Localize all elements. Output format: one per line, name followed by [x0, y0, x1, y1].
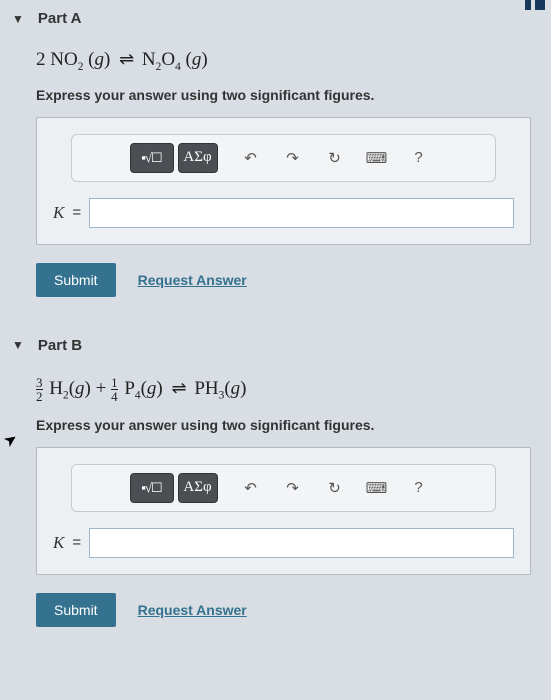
part-a-answer-input[interactable] [89, 198, 514, 228]
part-a-toolbar: ▪√☐ ΑΣφ ↶ ↷ ↻ ⌨ ? [71, 134, 496, 182]
part-a: ▼ Part A 2 NO2 (g) ⇌ N2O4 (g) Express yo… [36, 10, 531, 297]
keyboard-icon[interactable]: ⌨ [358, 474, 396, 502]
part-a-instruction: Express your answer using two significan… [36, 87, 531, 103]
part-b-submit-button[interactable]: Submit [36, 593, 116, 627]
part-b-equation: 32 H2(g) + 14 P4(g) ⇌ PH3(g) [36, 376, 531, 403]
format-template-button[interactable]: ▪√☐ [130, 473, 174, 503]
format-template-button[interactable]: ▪√☐ [130, 143, 174, 173]
part-b-instruction: Express your answer using two significan… [36, 417, 531, 433]
part-a-var-label: K [53, 203, 64, 223]
undo-icon[interactable]: ↶ [232, 474, 270, 502]
reset-icon[interactable]: ↻ [316, 474, 354, 502]
part-b-toolbar: ▪√☐ ΑΣφ ↶ ↷ ↻ ⌨ ? [71, 464, 496, 512]
collapse-icon[interactable]: ▼ [12, 338, 24, 352]
keyboard-icon[interactable]: ⌨ [358, 144, 396, 172]
part-a-submit-button[interactable]: Submit [36, 263, 116, 297]
greek-symbols-button[interactable]: ΑΣφ [178, 473, 218, 503]
window-decor [525, 0, 547, 10]
part-b-title: Part B [38, 337, 82, 354]
part-a-request-answer-link[interactable]: Request Answer [138, 272, 247, 288]
part-b-var-label: K [53, 533, 64, 553]
greek-symbols-button[interactable]: ΑΣφ [178, 143, 218, 173]
help-icon[interactable]: ? [400, 474, 438, 502]
part-b-eq-sign: = [72, 534, 81, 551]
part-b: ▼ Part B 32 H2(g) + 14 P4(g) ⇌ PH3(g) Ex… [36, 337, 531, 627]
redo-icon[interactable]: ↷ [274, 144, 312, 172]
help-icon[interactable]: ? [400, 144, 438, 172]
part-b-answer-input[interactable] [89, 528, 514, 558]
reset-icon[interactable]: ↻ [316, 144, 354, 172]
part-a-title: Part A [38, 10, 82, 27]
part-b-answer-box: ▪√☐ ΑΣφ ↶ ↷ ↻ ⌨ ? K = [36, 447, 531, 575]
part-b-header[interactable]: ▼ Part B [12, 337, 531, 354]
undo-icon[interactable]: ↶ [232, 144, 270, 172]
part-a-answer-box: ▪√☐ ΑΣφ ↶ ↷ ↻ ⌨ ? K = [36, 117, 531, 245]
collapse-icon[interactable]: ▼ [12, 12, 24, 26]
part-a-eq-sign: = [72, 204, 81, 221]
part-b-request-answer-link[interactable]: Request Answer [138, 602, 247, 618]
redo-icon[interactable]: ↷ [274, 474, 312, 502]
part-a-equation: 2 NO2 (g) ⇌ N2O4 (g) [36, 49, 531, 73]
part-a-header[interactable]: ▼ Part A [12, 10, 531, 27]
